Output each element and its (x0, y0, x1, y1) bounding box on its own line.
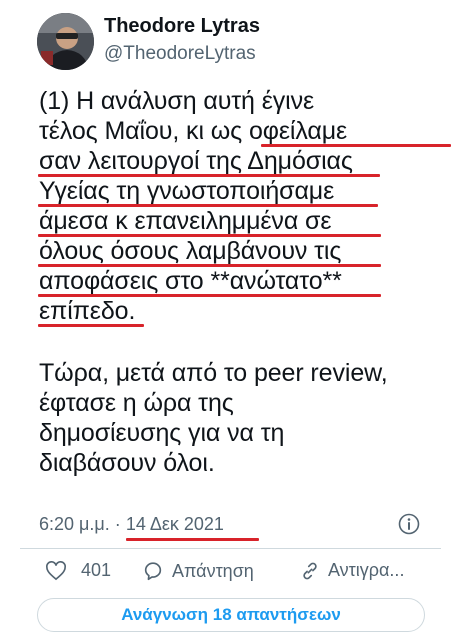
like-button[interactable]: 401 (45, 560, 111, 581)
tweet-line: έφτασε η ώρα της (39, 389, 234, 417)
tweet-line: διαβάσουν όλοι. (39, 449, 215, 477)
tweet-time: 6:20 μ.μ. (39, 514, 110, 534)
tweet-date: 14 Δεκ 2021 (125, 514, 224, 534)
tweet-line: (1) Η ανάλυση αυτή έγινε (39, 87, 315, 115)
tweet-line: επίπεδο. (38, 296, 449, 327)
red-underline (126, 538, 259, 541)
tweet-line: σαν λειτουργοί της Δημόσιας (38, 146, 449, 177)
display-name[interactable]: Theodore Lytras (104, 15, 260, 38)
reply-label: Απάντηση (172, 560, 254, 581)
user-handle[interactable]: @TheodoreLytras (104, 43, 256, 65)
tweet-line: τέλος Μαΐου, κι ως οφείλαμε (39, 116, 451, 147)
info-icon[interactable] (398, 513, 420, 535)
red-underline (38, 324, 144, 327)
tweet-timestamp[interactable]: 6:20 μ.μ. · 14 Δεκ 2021 (39, 514, 259, 541)
comment-icon (144, 562, 162, 581)
copy-link-label: Αντιγρα... (328, 560, 405, 580)
read-replies-button[interactable]: Ανάγνωση 18 απαντήσεων (37, 598, 425, 632)
avatar-photo-icon (37, 13, 94, 70)
meta-separator: · (114, 514, 121, 534)
tweet-line: άμεσα κ επανειλημμένα σε (38, 206, 449, 237)
divider (20, 548, 441, 549)
tweet-line: δημοσίευσης για να τη (39, 419, 285, 447)
action-bar: 401 Απάντηση Αντιγρα... (0, 560, 461, 590)
tweet-text: (1) Η ανάλυση αυτή έγινε τέλος Μαΐου, κι… (38, 86, 451, 478)
reply-button[interactable]: Απάντηση (142, 560, 254, 582)
copy-link-button[interactable]: Αντιγρα... (300, 560, 404, 581)
tweet-line: Τώρα, μετά από το peer review, (39, 359, 388, 387)
link-icon (303, 562, 317, 579)
tweet-line: αποφάσεις στο **ανώτατο** (38, 266, 449, 297)
like-count: 401 (81, 560, 112, 580)
tweet-line: Υγείας τη γνωστοποιήσαμε (38, 176, 449, 207)
tweet-line: όλους όσους λαμβάνουν τις (38, 236, 449, 267)
heart-icon (46, 560, 66, 580)
tweet-card: Theodore Lytras @TheodoreLytras (1) Η αν… (0, 0, 461, 640)
avatar[interactable] (37, 13, 94, 70)
